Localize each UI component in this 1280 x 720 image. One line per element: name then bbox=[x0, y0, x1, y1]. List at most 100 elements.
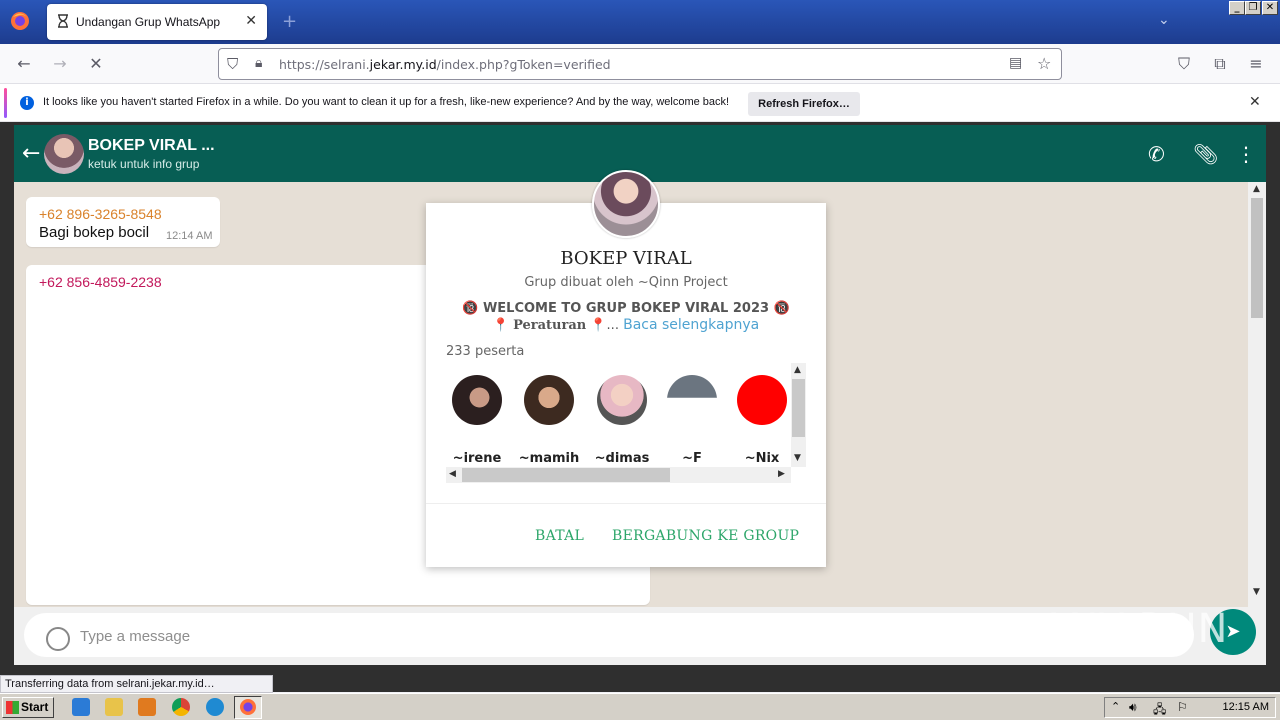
scrollbar-thumb[interactable] bbox=[1251, 198, 1263, 318]
refresh-firefox-button[interactable]: Refresh Firefox… bbox=[748, 92, 860, 116]
message-text: Bagi bokep bocil bbox=[39, 224, 150, 241]
internet-explorer-icon[interactable] bbox=[72, 698, 90, 716]
member-name: ~irene bbox=[452, 451, 502, 466]
bookmark-star-icon[interactable]: ☆ bbox=[1037, 54, 1051, 73]
back-arrow-icon[interactable]: ← bbox=[22, 141, 40, 166]
windows-flag-icon bbox=[6, 701, 19, 714]
member-list-horizontal-scrollbar[interactable]: ◀ ▶ bbox=[446, 467, 791, 483]
network-icon[interactable]: 🖧 bbox=[1153, 700, 1166, 720]
clock[interactable]: 12:15 AM bbox=[1223, 701, 1269, 713]
group-welcome-text: 🔞 WELCOME TO GRUP BOKEP VIRAL 2023 🔞 bbox=[462, 301, 790, 316]
close-window-button[interactable]: ✕ bbox=[1262, 1, 1278, 15]
chrome-icon[interactable] bbox=[172, 698, 190, 716]
volume-icon[interactable]: 🔊︎ bbox=[1129, 700, 1137, 715]
member-avatar bbox=[737, 375, 787, 425]
forward-arrow-icon[interactable]: → bbox=[50, 54, 70, 74]
member-item[interactable]: ~F bbox=[661, 375, 723, 466]
member-name: ~Nix bbox=[744, 451, 780, 466]
dialog-divider bbox=[426, 503, 826, 504]
reader-view-icon[interactable]: ▤ bbox=[1009, 55, 1022, 71]
minimize-window-button[interactable]: _ bbox=[1229, 1, 1245, 15]
firefox-logo-icon bbox=[11, 12, 29, 30]
member-name: ~mamih bbox=[518, 451, 580, 466]
file-explorer-icon[interactable] bbox=[105, 698, 123, 716]
scrollbar-thumb[interactable] bbox=[462, 468, 670, 482]
group-rules-line: 📍 Peraturan 📍... Baca selengkapnya bbox=[492, 317, 760, 333]
start-button[interactable]: Start bbox=[2, 697, 54, 718]
tracking-shield-icon[interactable]: ⛉ bbox=[227, 55, 238, 73]
tab-list-chevron-icon[interactable]: ⌄ bbox=[1158, 12, 1170, 28]
url-text[interactable]: https://selrani.jekar.my.id/index.php?gT… bbox=[279, 57, 611, 72]
member-name: ~F bbox=[682, 451, 702, 466]
more-options-icon[interactable]: ⋮ bbox=[1236, 142, 1256, 166]
member-item[interactable]: ~irene bbox=[446, 375, 508, 466]
restore-window-button[interactable]: ❐ bbox=[1245, 1, 1261, 15]
notification-message: It looks like you haven't started Firefo… bbox=[43, 96, 730, 108]
tab-close-icon[interactable]: ✕ bbox=[245, 13, 257, 29]
scroll-down-arrow-icon[interactable]: ▼ bbox=[794, 453, 801, 463]
menu-hamburger-icon[interactable]: ≡ bbox=[1246, 54, 1266, 74]
phone-icon[interactable]: ✆ bbox=[1148, 142, 1165, 166]
stop-loading-icon[interactable]: ✕ bbox=[86, 54, 106, 74]
member-item[interactable]: ~dimas bbox=[591, 375, 653, 466]
dialog-group-avatar bbox=[592, 170, 660, 238]
tab-title: Undangan Grup WhatsApp bbox=[76, 15, 221, 29]
message-input[interactable]: Type a message bbox=[24, 613, 1194, 657]
pocket-icon[interactable]: ⛉ bbox=[1174, 54, 1194, 74]
edge-icon[interactable] bbox=[206, 698, 224, 716]
status-bar-text: Transferring data from selrani.jekar.my.… bbox=[0, 675, 273, 693]
tray-expand-icon[interactable]: ⌃ bbox=[1111, 700, 1120, 713]
member-avatar bbox=[452, 375, 502, 425]
scrollbar-thumb[interactable] bbox=[792, 379, 805, 437]
group-avatar[interactable] bbox=[44, 134, 84, 174]
participant-count: 233 peserta bbox=[446, 344, 525, 359]
info-icon: i bbox=[20, 96, 34, 110]
scroll-up-arrow-icon[interactable]: ▲ bbox=[794, 365, 801, 375]
chat-scrollbar[interactable]: ▲ ▼ bbox=[1248, 182, 1266, 607]
loading-hourglass-icon bbox=[57, 14, 69, 31]
message-placeholder: Type a message bbox=[80, 628, 191, 645]
browser-tab-bar: Undangan Grup WhatsApp ✕ + ⌄ _ ❐ ✕ bbox=[0, 0, 1280, 44]
message-sender: +62 896-3265-8548 bbox=[39, 206, 162, 222]
attachment-paperclip-icon[interactable]: 📎︎ bbox=[1193, 142, 1218, 166]
navigation-bar: ← → ✕ ⛉ 🔒︎ https://selrani.jekar.my.id/i… bbox=[0, 44, 1280, 84]
dialog-group-name: BOKEP VIRAL bbox=[560, 248, 692, 269]
firefox-taskbar-button[interactable] bbox=[234, 696, 262, 719]
extensions-icon[interactable]: ⧉ bbox=[1210, 54, 1230, 74]
member-avatar bbox=[667, 375, 717, 425]
member-item[interactable]: ~mamih bbox=[518, 375, 580, 466]
tab-whatsapp-invite[interactable]: Undangan Grup WhatsApp ✕ bbox=[47, 4, 267, 40]
message-bubble: +62 896-3265-8548 Bagi bokep bocil 12:14… bbox=[26, 197, 220, 247]
scroll-up-arrow-icon[interactable]: ▲ bbox=[1253, 184, 1260, 194]
scroll-right-arrow-icon[interactable]: ▶ bbox=[778, 469, 785, 479]
message-time: 12:14 AM bbox=[166, 230, 213, 242]
start-label: Start bbox=[21, 700, 49, 714]
emoji-icon[interactable] bbox=[46, 627, 70, 651]
join-group-button[interactable]: BERGABUNG KE GROUP bbox=[612, 528, 799, 544]
member-item[interactable]: ~Nix bbox=[731, 375, 793, 466]
lock-icon[interactable]: 🔒︎ bbox=[255, 55, 262, 71]
member-list[interactable]: ~irene ~mamih ~dimas ~F ~Nix ▲ ▼ ◀ ▶ bbox=[446, 363, 806, 483]
group-invite-dialog: BOKEP VIRAL Grup dibuat oleh ~Qinn Proje… bbox=[426, 203, 826, 567]
member-avatar bbox=[597, 375, 647, 425]
back-arrow-icon[interactable]: ← bbox=[14, 54, 34, 74]
group-name[interactable]: BOKEP VIRAL ... bbox=[88, 137, 215, 155]
anyrun-watermark: ANY RUN bbox=[1040, 606, 1229, 652]
message-sender: +62 856-4859-2238 bbox=[39, 274, 162, 290]
media-player-icon[interactable] bbox=[138, 698, 156, 716]
system-tray: ⌃ 🔊︎ 🖧 ⚐ 12:15 AM bbox=[1104, 697, 1276, 718]
member-avatar bbox=[524, 375, 574, 425]
windows-taskbar: Start ⌃ 🔊︎ 🖧 ⚐ 12:15 AM bbox=[0, 693, 1280, 720]
read-more-link[interactable]: Baca selengkapnya bbox=[623, 317, 759, 333]
scroll-left-arrow-icon[interactable]: ◀ bbox=[449, 469, 456, 479]
new-tab-icon[interactable]: + bbox=[282, 11, 297, 32]
member-list-vertical-scrollbar[interactable]: ▲ ▼ bbox=[791, 363, 806, 467]
cancel-button[interactable]: BATAL bbox=[535, 528, 584, 544]
url-bar[interactable]: ⛉ 🔒︎ https://selrani.jekar.my.id/index.p… bbox=[218, 48, 1062, 80]
notification-accent-stripe bbox=[4, 88, 7, 118]
group-subtitle[interactable]: ketuk untuk info grup bbox=[88, 157, 199, 171]
action-center-flag-icon[interactable]: ⚐ bbox=[1177, 700, 1188, 714]
firefox-notification-bar: i It looks like you haven't started Fire… bbox=[0, 84, 1280, 122]
scroll-down-arrow-icon[interactable]: ▼ bbox=[1253, 587, 1260, 597]
notification-close-icon[interactable]: ✕ bbox=[1249, 94, 1261, 110]
